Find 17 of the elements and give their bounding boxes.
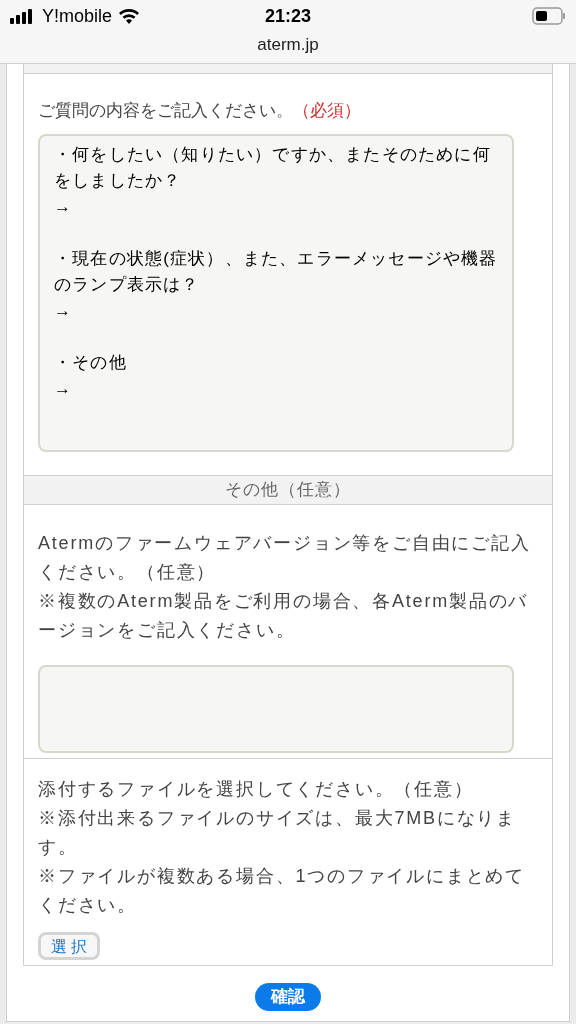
instruction-text: 添付するファイルを選択してください。（任意） xyxy=(38,778,475,801)
instruction-text: ※添付出来るファイルのサイズは、最大7MBになります。 xyxy=(38,807,517,859)
select-file-button[interactable]: 選 択 xyxy=(38,932,101,960)
version-field[interactable] xyxy=(38,665,514,753)
required-label: （必須） xyxy=(293,101,361,120)
instruction-text: Atermのファームウェアバージョン等をご自由にご記入ください。（任意） xyxy=(38,532,532,584)
wifi-icon xyxy=(118,8,141,24)
confirm-button[interactable]: 確認 xyxy=(255,983,321,1011)
question-field[interactable]: ・何をしたい（知りたい）ですか、またそのために何をしましたか？ → ・現在の状態(症状）、また、エラーメッセージや機器のランプ表示は？ → ・その他 → xyxy=(38,133,514,452)
section-header: その他（任意） xyxy=(24,475,552,505)
url-text: aterm.jp xyxy=(257,34,319,56)
carrier-name: Y!mobile xyxy=(42,4,113,28)
clock-time: 21:23 xyxy=(264,4,311,28)
instruction-text: ※ファイルが複数ある場合、1つのファイルにまとめてください。 xyxy=(38,865,526,917)
question-label: ご質問の内容をご記入ください。 xyxy=(38,101,293,120)
battery-icon xyxy=(532,7,566,25)
instruction-text: ※複数のAterm製品をご利用の場合、各Aterm製品のバージョンをご記入ください。 xyxy=(38,590,530,642)
